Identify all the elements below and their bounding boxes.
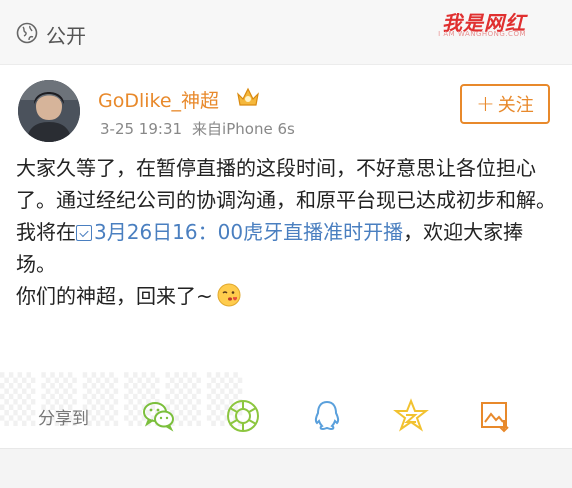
post-time: 3-25 19:31	[100, 120, 183, 138]
calendar-icon	[76, 225, 92, 241]
visibility-label[interactable]: 公开	[46, 20, 86, 49]
follow-button[interactable]: + 关注	[460, 84, 550, 124]
event-link[interactable]: 3月26日16：00虎牙直播准时开播	[76, 220, 403, 244]
event-link-text: 3月26日16：00虎牙直播准时开播	[94, 220, 404, 244]
post-content: 大家久等了，在暂停直播的这段时间，不好意思让各位担心了。通过经纪公司的协调沟通，…	[16, 152, 556, 312]
author-name[interactable]: GoDlike_神超	[98, 86, 219, 113]
share-bar: 分享到	[0, 392, 572, 440]
site-watermark-sub: I AM WANGHONG.COM	[438, 30, 526, 38]
post-meta: 3-25 19:31 来自iPhone 6s	[100, 118, 295, 139]
plus-icon: +	[476, 91, 495, 117]
follow-label: 关注	[497, 95, 534, 116]
avatar[interactable]	[18, 80, 80, 142]
post-paragraph-3-text: 你们的神超，回来了~	[16, 284, 213, 308]
post-paragraph-3: 你们的神超，回来了~	[16, 280, 556, 312]
save-image-icon[interactable]	[477, 398, 513, 434]
qzone-icon[interactable]	[393, 398, 429, 434]
post-paragraph-2-prefix: 我将在	[16, 220, 76, 244]
share-label: 分享到	[38, 409, 89, 429]
post-paragraph-2: 我将在 3月26日16：00虎牙直播准时开播，欢迎大家捧场。	[16, 216, 556, 280]
vip-crown-icon	[237, 87, 259, 106]
wechat-icon[interactable]	[141, 398, 177, 434]
post-paragraph-1: 大家久等了，在暂停直播的这段时间，不好意思让各位担心了。通过经纪公司的协调沟通，…	[16, 156, 556, 212]
post-source[interactable]: 来自iPhone 6s	[192, 120, 295, 138]
top-bar: 公开 我是网红 I AM WANGHONG.COM	[0, 0, 572, 65]
kiss-emoji-icon	[217, 283, 241, 307]
globe-icon	[16, 22, 38, 44]
avatar-image	[18, 80, 80, 142]
qq-icon[interactable]	[309, 398, 345, 434]
moments-icon[interactable]	[225, 398, 261, 434]
bottom-strip	[0, 448, 572, 488]
